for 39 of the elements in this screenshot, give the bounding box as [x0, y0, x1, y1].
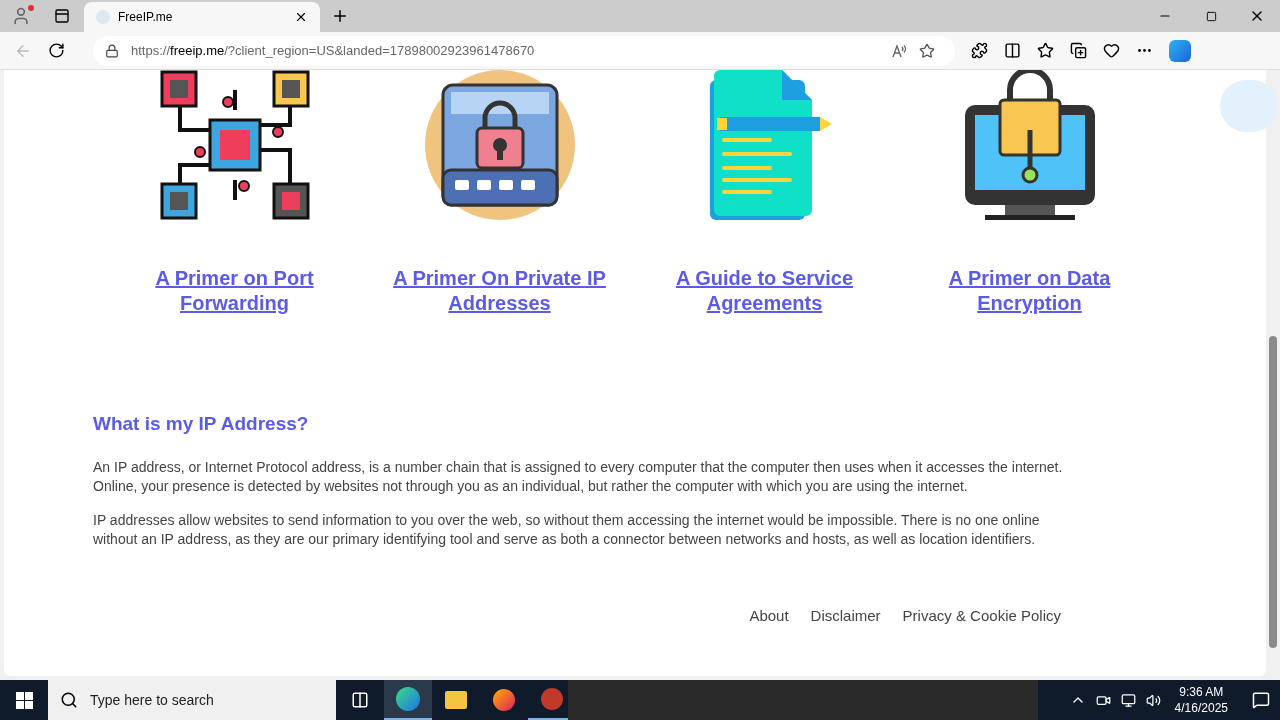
split-screen-icon[interactable]	[1004, 42, 1021, 59]
health-icon[interactable]	[1103, 42, 1120, 59]
article-link[interactable]: A Primer On Private IP Addresses	[384, 266, 615, 316]
section-heading: What is my IP Address?	[93, 412, 310, 436]
search-icon	[60, 691, 78, 709]
article-link[interactable]: A Primer on Data Encryption	[914, 266, 1145, 316]
network-icon[interactable]	[1120, 692, 1136, 708]
footer-link[interactable]: Privacy & Cookie Policy	[902, 604, 1061, 627]
address-field[interactable]: https://freeip.me/?client_region=US&landed=17898002923961478670	[93, 35, 955, 66]
task-view-icon[interactable]	[351, 691, 369, 709]
new-tab-icon[interactable]	[331, 7, 349, 25]
volume-icon[interactable]	[1145, 692, 1161, 708]
read-aloud-icon[interactable]	[891, 42, 907, 59]
reload-icon[interactable]	[48, 42, 65, 59]
collections-icon[interactable]	[1070, 42, 1087, 59]
clock[interactable]: 9:36 AM 4/16/2025	[1170, 684, 1232, 716]
restore-icon[interactable]	[1205, 10, 1217, 22]
profile-icon[interactable]	[11, 6, 31, 26]
paragraph: IP addresses allow websites to send information to you over the web, so without them accessing the internet would be impossible. There is no one online without an IP address, as they are our primary identifying tool and serve as both a connector between networks and hosts, as well as location identifiers.	[93, 510, 1041, 549]
search-placeholder: Type here to search	[90, 690, 214, 710]
browser-tab[interactable]: FreeIP.me	[84, 2, 320, 32]
favorite-icon[interactable]	[919, 42, 935, 59]
favorites-icon[interactable]	[1037, 42, 1054, 59]
paragraph: An IP address, or Internet Protocol address, is a number chain that is assigned to every computer that the computer then uses when it accesses the internet. Online, your presence is detected by websites not through you as an individual, but rather the computer with which you are using the internet.	[93, 457, 1064, 496]
url-text: https://freeip.me/?client_region=US&landed=17898002923961478670	[131, 41, 536, 60]
footer-link[interactable]: Disclaimer	[810, 604, 881, 627]
lock-icon	[105, 43, 119, 58]
tab-actions-icon[interactable]	[54, 8, 70, 24]
taskbar-search-field[interactable]: Type here to search	[48, 680, 336, 720]
windows-logo-icon[interactable]	[15, 691, 33, 709]
extensions-icon[interactable]	[971, 42, 988, 59]
floating-bubble-icon	[1220, 80, 1278, 132]
footer-link[interactable]: About	[749, 604, 789, 627]
tab-title: FreeIP.me	[118, 9, 174, 26]
article-link[interactable]: A Guide to Service Agreements	[649, 266, 880, 316]
notifications-icon[interactable]	[1252, 691, 1270, 709]
article-link[interactable]: A Primer on Port Forwarding	[119, 266, 350, 316]
taskbar-edge-button[interactable]	[384, 680, 432, 720]
close-icon[interactable]	[294, 10, 308, 24]
